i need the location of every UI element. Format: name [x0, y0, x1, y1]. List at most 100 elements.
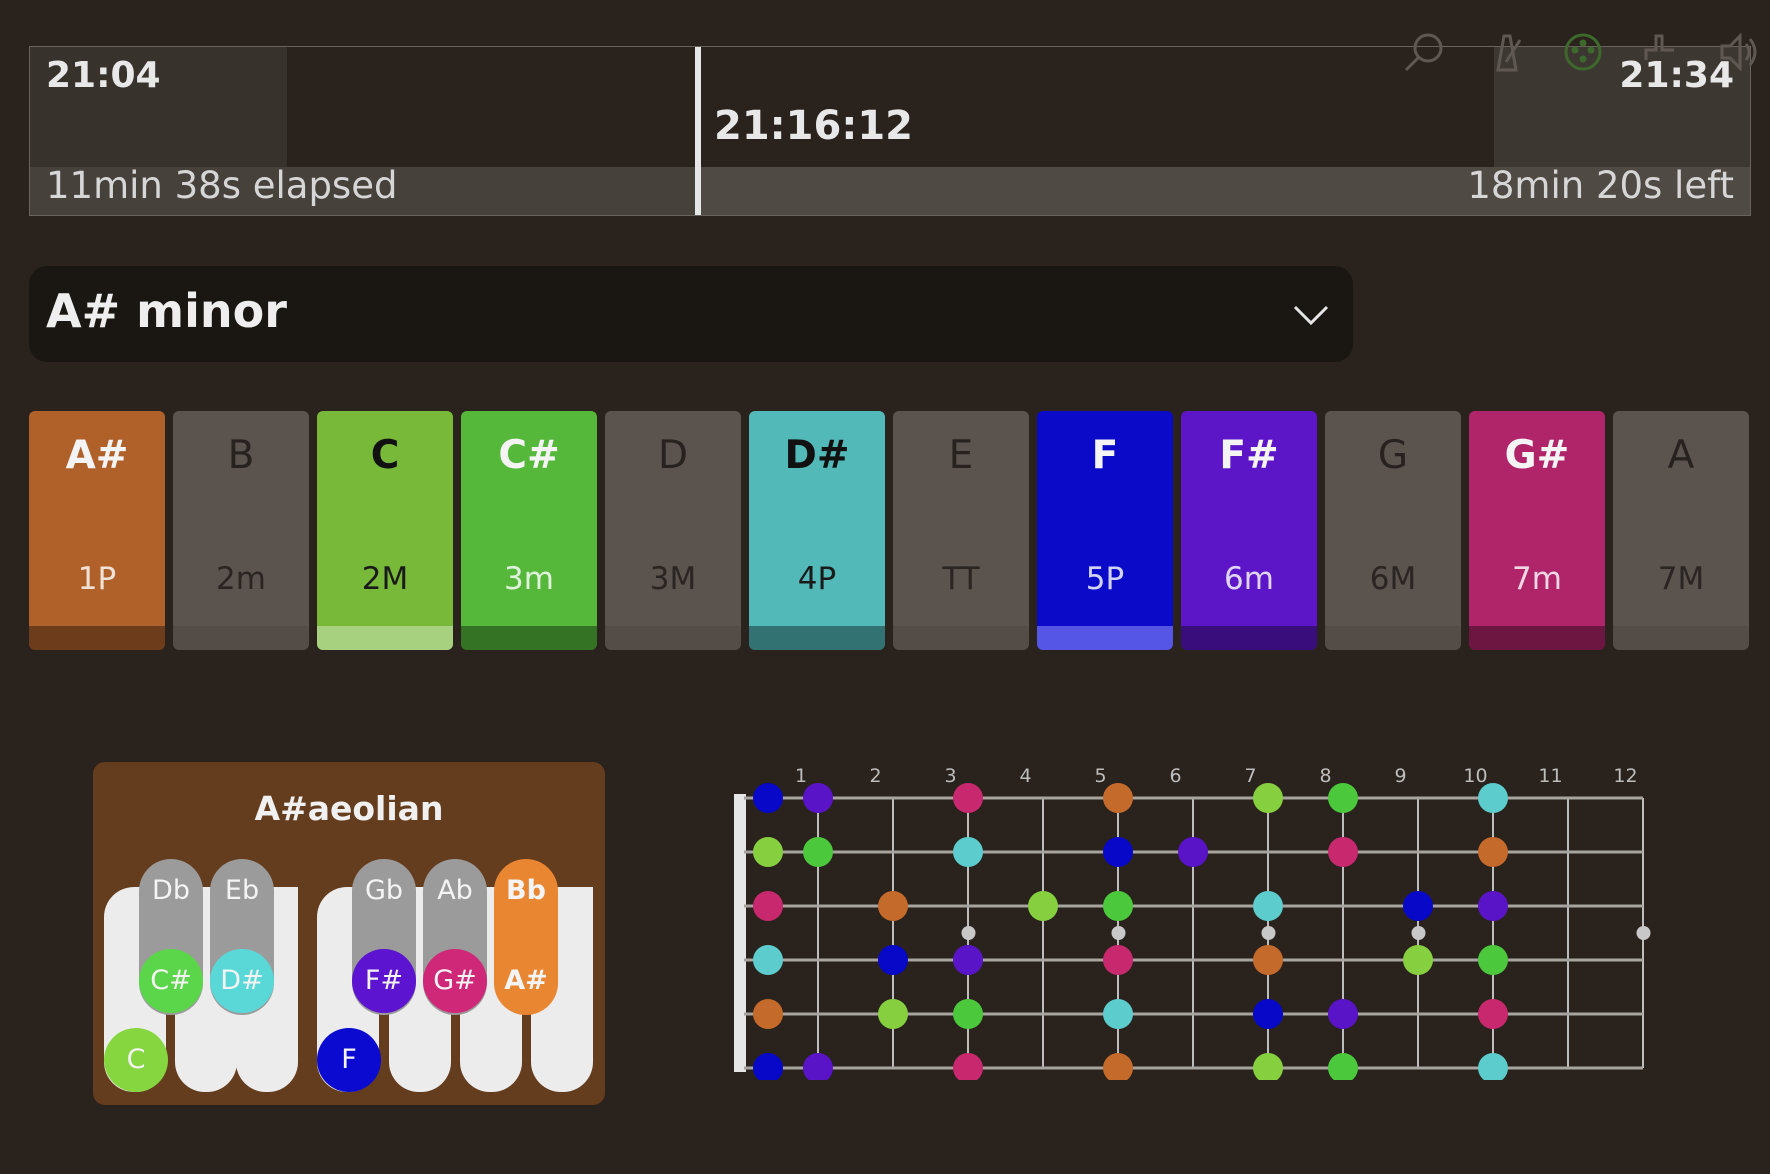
note-key-g-sharp[interactable]: G# 7m [1469, 411, 1605, 650]
note-key-name: D [657, 433, 689, 478]
fret-number: 9 [1394, 765, 1406, 787]
note-key-name: E [948, 433, 974, 478]
piano-note-dot: D# [210, 949, 274, 1013]
tuning-fork-icon[interactable] [1638, 30, 1682, 74]
fret-note-dot [753, 837, 783, 867]
note-key-interval: 3M [649, 561, 697, 597]
note-key-footer [1037, 626, 1173, 650]
note-key-interval: 7m [1512, 561, 1562, 597]
timeline-remaining-label: 18min 20s left [1467, 164, 1734, 207]
fret-note-dot [1403, 891, 1433, 921]
note-key-footer [749, 626, 885, 650]
fretboard-svg: 1 2 3 4 5 6 7 8 9 10 11 12 [734, 765, 1651, 1083]
fret-note-dot [1328, 999, 1358, 1029]
scale-select[interactable]: A# minor [29, 266, 1353, 362]
scale-select-value: A# minor [46, 284, 287, 338]
fret-note-dot [1103, 837, 1133, 867]
piano-note-dot: A# [494, 949, 558, 1013]
note-key-interval: 5P [1085, 561, 1125, 597]
piano-note-dot: G# [423, 949, 487, 1013]
note-key-name: B [227, 433, 255, 478]
note-key-g[interactable]: G 6M [1325, 411, 1461, 650]
fret-note-dot [1478, 999, 1508, 1029]
fret-note-dot [753, 783, 783, 813]
fret-number: 1 [795, 765, 807, 787]
note-key-f[interactable]: F 5P [1037, 411, 1173, 650]
fret-note-dot [1328, 783, 1358, 813]
note-key-name: A# [65, 433, 129, 478]
note-key-interval: 1P [77, 561, 117, 597]
note-key-interval: 2m [216, 561, 266, 597]
note-key-d[interactable]: D 3M [605, 411, 741, 650]
note-key-footer [173, 626, 309, 650]
note-key-footer [1469, 626, 1605, 650]
fret-number: 10 [1463, 765, 1487, 787]
fret-note-dot [803, 783, 833, 813]
note-key-name: A [1667, 433, 1695, 478]
timeline-cursor[interactable] [695, 47, 701, 215]
note-key-footer [1325, 626, 1461, 650]
note-key-e[interactable]: E TT [893, 411, 1029, 650]
note-key-d-sharp[interactable]: D# 4P [749, 411, 885, 650]
fret-note-dot [753, 945, 783, 975]
guitar-fretboard: 1 2 3 4 5 6 7 8 9 10 11 12 [730, 760, 1660, 1083]
note-key-interval: 6M [1369, 561, 1417, 597]
fret-inlay [1411, 926, 1426, 940]
fret-note-dot [753, 891, 783, 921]
note-key-interval: 4P [797, 561, 837, 597]
fret-number: 4 [1019, 765, 1031, 787]
note-key-footer [1613, 626, 1749, 650]
fret-note-dot [1478, 891, 1508, 921]
note-key-name: C# [498, 433, 560, 478]
note-key-footer [1181, 626, 1317, 650]
note-key-name: F# [1219, 433, 1279, 478]
fret-number: 5 [1094, 765, 1106, 787]
note-key-c-sharp[interactable]: C# 3m [461, 411, 597, 650]
note-key-b[interactable]: B 2m [173, 411, 309, 650]
fret-note-dot [953, 783, 983, 813]
piano-black-key-label: Eb [224, 875, 260, 906]
fret-note-dot [753, 999, 783, 1029]
piano-black-key-label: Gb [364, 875, 404, 906]
fret-note-dot [1478, 783, 1508, 813]
piano-black-key-label: Db [152, 875, 190, 906]
fret-note-dot [803, 1053, 833, 1083]
note-key-name: C [370, 433, 400, 478]
fret-note-dot [878, 945, 908, 975]
fret-inlay [961, 926, 976, 940]
fret-note-dot [1253, 1053, 1283, 1083]
fret-inlay [1111, 926, 1126, 940]
fret-note-dot [1178, 837, 1208, 867]
fret-note-dot [953, 837, 983, 867]
fretboard-nut [734, 794, 746, 1072]
note-key-interval: 6m [1224, 561, 1274, 597]
midi-icon[interactable] [1561, 30, 1605, 74]
fret-note-dot [953, 1053, 983, 1083]
note-key-c[interactable]: C 2M [317, 411, 453, 650]
fret-note-dot [953, 945, 983, 975]
note-key-a-sharp[interactable]: A# 1P [29, 411, 165, 650]
piano-mode-title: A#aeolian [254, 789, 444, 828]
fret-note-dot [1478, 837, 1508, 867]
note-key-name: F [1091, 433, 1119, 478]
search-icon[interactable] [1402, 30, 1446, 74]
note-key-f-sharp[interactable]: F# 6m [1181, 411, 1317, 650]
note-key-name: G [1377, 433, 1409, 478]
fret-note-dot [1103, 783, 1133, 813]
fret-number: 2 [869, 765, 881, 787]
fret-note-dot [953, 999, 983, 1029]
fret-number: 7 [1244, 765, 1256, 787]
note-key-footer [29, 626, 165, 650]
fret-note-dot [1103, 999, 1133, 1029]
fret-note-dot [1253, 783, 1283, 813]
timeline-elapsed-label: 11min 38s elapsed [46, 164, 398, 207]
fret-inlay [1261, 926, 1276, 940]
volume-icon[interactable] [1718, 30, 1762, 74]
note-key-name: D# [784, 433, 850, 478]
fret-note-dot [1328, 1053, 1358, 1083]
note-key-a[interactable]: A 7M [1613, 411, 1749, 650]
fret-note-dot [878, 891, 908, 921]
metronome-icon[interactable] [1484, 30, 1528, 74]
piano-note-dot: C [104, 1028, 168, 1092]
note-key-interval: 3m [504, 561, 554, 597]
